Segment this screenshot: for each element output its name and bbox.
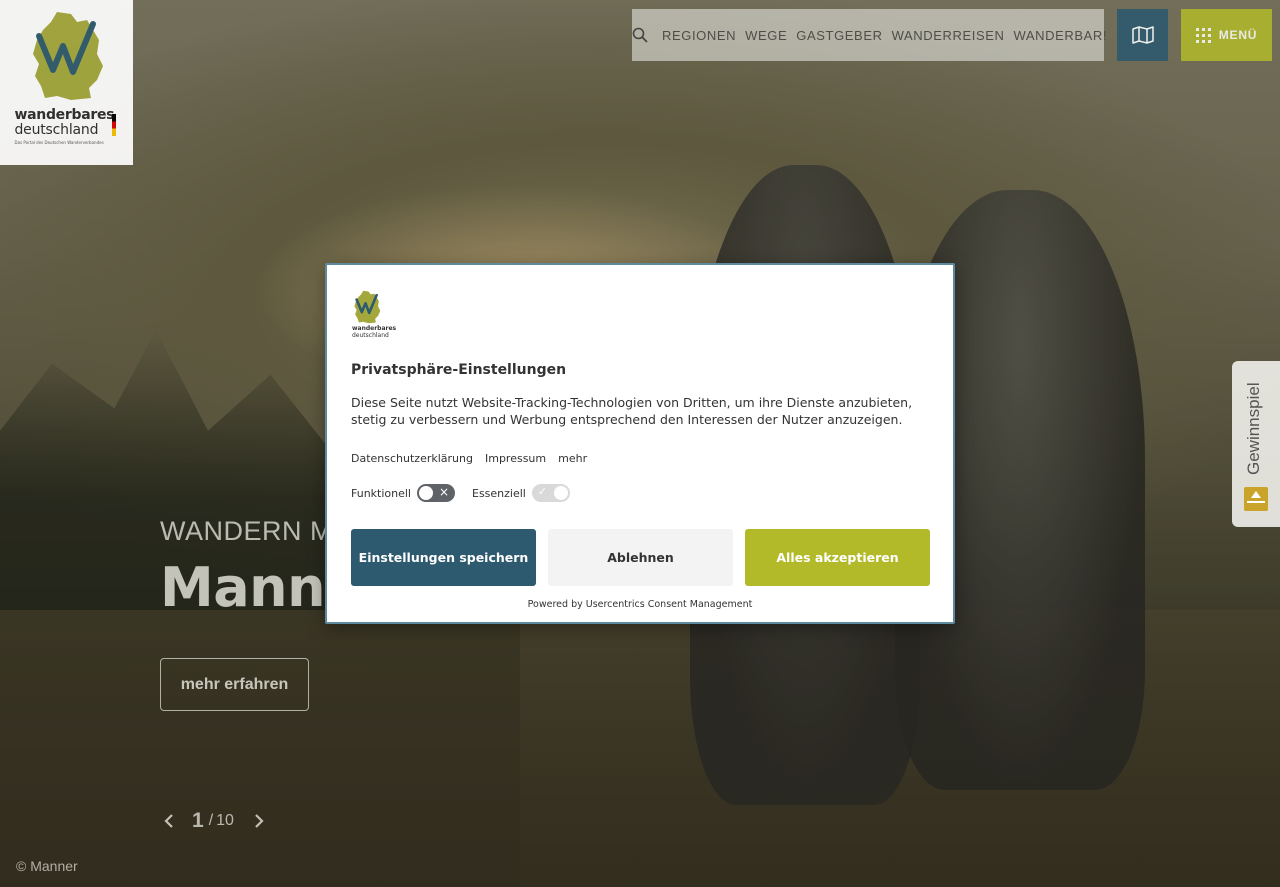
more-info-button[interactable]: mehr erfahren bbox=[160, 658, 309, 711]
functional-label: Funktionell bbox=[351, 486, 411, 500]
main-nav: REGIONEN WEGE GASTGEBER WANDERREISEN WAN… bbox=[648, 28, 1107, 43]
close-icon: × bbox=[438, 485, 449, 499]
nav-item-gastgeber[interactable]: GASTGEBER bbox=[796, 28, 882, 43]
german-flag-icon bbox=[112, 114, 116, 136]
consent-dialog: wanderbares deutschland Privatsphäre-Ein… bbox=[325, 263, 955, 624]
consent-toggles: Funktionell × Essenziell ✓ bbox=[351, 484, 587, 502]
nav-item-wanderreisen[interactable]: WANDERREISEN bbox=[892, 28, 1005, 43]
logo-wordmark-line1: wanderbares bbox=[14, 107, 115, 123]
deny-button[interactable]: Ablehnen bbox=[548, 529, 733, 586]
menu-label: MENÜ bbox=[1218, 28, 1258, 42]
gewinnspiel-tab[interactable]: Gewinnspiel bbox=[1232, 361, 1280, 527]
consent-description: Diese Seite nutzt Website-Tracking-Techn… bbox=[351, 395, 913, 427]
chevron-right-icon bbox=[255, 814, 264, 828]
accept-all-button[interactable]: Alles akzeptieren bbox=[745, 529, 930, 586]
nav-item-regionen[interactable]: REGIONEN bbox=[662, 28, 736, 43]
logo-tagline: Das Portal des Deutschen Wanderverbandes bbox=[14, 140, 104, 145]
imprint-link[interactable]: Impressum bbox=[485, 452, 546, 465]
map-icon bbox=[1131, 26, 1154, 44]
top-navigation-bar: REGIONEN WEGE GASTGEBER WANDERREISEN WAN… bbox=[632, 9, 1107, 61]
slider-current-index: 1 bbox=[192, 809, 204, 832]
consent-logo-line2: deutschland bbox=[352, 332, 389, 339]
logo-wordmark-line2: deutschland bbox=[14, 122, 99, 138]
slider-total: 10 bbox=[216, 812, 234, 829]
slider-separator: / bbox=[208, 812, 214, 829]
slider-pager: 1 / 10 bbox=[160, 806, 268, 836]
check-icon: ✓ bbox=[537, 485, 548, 498]
consent-title: Privatsphäre-Einstellungen bbox=[351, 362, 567, 378]
germany-map-logo-icon bbox=[354, 290, 381, 324]
more-link[interactable]: mehr bbox=[558, 452, 587, 465]
nav-item-wege[interactable]: WEGE bbox=[745, 28, 787, 43]
consent-links: Datenschutzerklärung Impressum mehr bbox=[351, 452, 587, 465]
consent-logo: wanderbares deutschland bbox=[352, 290, 396, 340]
chevron-left-icon bbox=[164, 814, 173, 828]
privacy-policy-link[interactable]: Datenschutzerklärung bbox=[351, 452, 473, 465]
photo-credit: © Manner bbox=[16, 858, 78, 874]
map-button[interactable] bbox=[1117, 9, 1168, 61]
nav-item-wanderbar[interactable]: WANDERBAR! bbox=[1014, 28, 1108, 43]
consent-logo-line1: wanderbares bbox=[352, 325, 397, 332]
search-icon[interactable] bbox=[632, 9, 648, 61]
save-settings-button[interactable]: Einstellungen speichern bbox=[351, 529, 536, 586]
essential-toggle: ✓ bbox=[531, 484, 570, 502]
grid-menu-icon bbox=[1195, 27, 1211, 43]
hero-eyebrow: WANDERN MA bbox=[160, 516, 352, 546]
prize-badge-icon bbox=[1244, 487, 1268, 511]
powered-by-link[interactable]: Powered by Usercentrics Consent Manageme… bbox=[327, 599, 953, 610]
gewinnspiel-label: Gewinnspiel bbox=[1244, 382, 1263, 476]
site-logo[interactable]: wanderbares deutschland Das Portal des D… bbox=[0, 0, 133, 165]
essential-label: Essenziell bbox=[472, 486, 526, 500]
slider-next-button[interactable] bbox=[250, 806, 268, 836]
germany-map-logo-icon bbox=[32, 12, 103, 100]
menu-button[interactable]: MENÜ bbox=[1181, 9, 1272, 61]
slider-prev-button[interactable] bbox=[160, 806, 178, 836]
functional-toggle[interactable]: × bbox=[417, 484, 455, 502]
